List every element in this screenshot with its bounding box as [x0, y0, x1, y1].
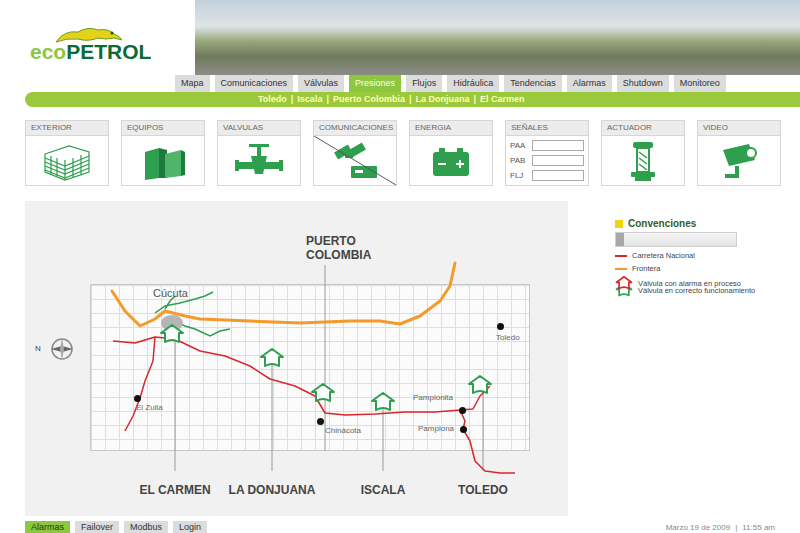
sub-nav-link[interactable]: La Donjuana	[415, 94, 469, 104]
map-lines	[25, 201, 568, 516]
signal-row: PAB	[510, 155, 584, 166]
station-label[interactable]: PUERTO COLOMBIA	[306, 234, 386, 262]
legend-slider[interactable]	[615, 232, 737, 247]
card-title: VALVULAS	[218, 121, 300, 136]
nav-tab[interactable]: Mapa	[175, 75, 210, 92]
actuator-icon	[617, 140, 669, 182]
sub-nav-link[interactable]: Iscala	[297, 94, 322, 104]
city-label: El Zulia	[136, 403, 163, 412]
camera-icon	[713, 140, 765, 182]
legend-item: Válvula con alarma en proceso	[615, 275, 741, 291]
station-label[interactable]: TOLEDO	[458, 483, 508, 497]
category-card[interactable]: EXTERIOR	[25, 120, 109, 186]
nav-tab[interactable]: Alarmas	[567, 75, 612, 92]
station-label[interactable]: ISCALA	[361, 483, 406, 497]
signal-row: FLJ	[510, 170, 584, 181]
sub-nav-separator: |	[409, 94, 412, 104]
category-card[interactable]: VIDEO	[697, 120, 781, 186]
nav-tabs: Mapa ComunicacionesVálvulas Presiones Flujo…	[0, 75, 800, 92]
map: N PUERTO COLOMBIA Cúcuta El Zulia Chinácota P…	[25, 201, 568, 516]
nav-tab[interactable]: Flujos	[406, 75, 442, 92]
city-dot	[459, 407, 466, 414]
sub-nav: Toledo|Iscala|Puerto Colombia|La Donjuan…	[25, 92, 800, 107]
valve-icon[interactable]	[370, 391, 396, 413]
fence-icon	[41, 140, 93, 182]
card-title: VIDEO	[698, 121, 780, 136]
category-card[interactable]: VALVULAS	[217, 120, 301, 186]
category-card[interactable]: EQUIPOS	[121, 120, 205, 186]
city-dot	[460, 426, 467, 433]
card-title: EQUIPOS	[122, 121, 204, 136]
category-card[interactable]: ENERGIA	[409, 120, 493, 186]
legend-item: Carretera Nacional	[615, 251, 750, 260]
nav-tab[interactable]: Presiones	[349, 75, 401, 92]
city-dot	[497, 323, 504, 330]
signal-input[interactable]	[532, 170, 584, 181]
footer-button[interactable]: Failover	[75, 521, 119, 533]
card-title: EXTERIOR	[26, 121, 108, 136]
header: ecoPETROL	[0, 0, 800, 75]
category-card[interactable]: ACTUADOR	[601, 120, 685, 186]
nav-tab[interactable]: Hidráulica	[447, 75, 499, 92]
nav-tab[interactable]: Shutdown	[617, 75, 669, 92]
city-dot	[134, 395, 141, 402]
station-label[interactable]: LA DONJUANA	[229, 483, 316, 497]
valve-icon	[615, 275, 633, 291]
disabled-mark	[314, 136, 396, 185]
nav-tab[interactable]: Tendencias	[504, 75, 562, 92]
card-title: ACTUADOR	[602, 121, 684, 136]
valve-icon[interactable]	[467, 374, 493, 396]
sub-nav-separator: |	[326, 94, 329, 104]
city-label: Cúcuta	[153, 287, 188, 299]
category-card[interactable]: SEÑALES PAA PAB FLJ	[505, 120, 589, 186]
card-title: ENERGIA	[410, 121, 492, 136]
category-cards: EXTERIOR EQUIPOS VALVULAS COMUNICACIONES ENE…	[25, 120, 800, 186]
header-photo	[195, 0, 800, 75]
compass-icon	[47, 336, 77, 362]
city-label: Chinácota	[325, 426, 361, 435]
nav-tab[interactable]: Monitoreo	[674, 75, 726, 92]
sub-nav-link[interactable]: Toledo	[258, 94, 287, 104]
nav-tab[interactable]: Comunicaciones	[215, 75, 294, 92]
city-dot	[317, 418, 324, 425]
compass-label: N	[35, 344, 41, 353]
card-title: SEÑALES	[506, 121, 588, 136]
legend-item: Frontera	[615, 264, 750, 273]
valve-icon	[233, 140, 285, 182]
battery-icon	[425, 140, 477, 182]
city-label: Toledo	[496, 333, 520, 342]
valve-icon[interactable]	[310, 382, 336, 404]
legend: Convenciones Carretera Nacional Frontera Vá…	[615, 201, 750, 516]
signal-input[interactable]	[532, 140, 584, 151]
valve-icon[interactable]	[259, 347, 285, 369]
footer-button[interactable]: Login	[173, 521, 207, 533]
valve-icon[interactable]	[159, 323, 185, 345]
signal-input[interactable]	[532, 155, 584, 166]
legend-title: Convenciones	[615, 218, 750, 229]
signal-row: PAA	[510, 140, 584, 151]
city-label: Pamplonita	[413, 393, 453, 402]
line-swatch	[615, 268, 627, 270]
footer-button[interactable]: Alarmas	[25, 521, 70, 533]
category-card[interactable]: COMUNICACIONES	[313, 120, 397, 186]
sub-nav-link[interactable]: El Carmen	[480, 94, 525, 104]
page: ecoPETROLMapa ComunicacionesVálvulas Presi…	[0, 0, 800, 533]
card-title: COMUNICACIONES	[314, 121, 396, 136]
sub-nav-separator: |	[291, 94, 294, 104]
line-swatch	[615, 255, 627, 257]
nav-tab[interactable]: Válvulas	[298, 75, 344, 92]
footer: Alarmas Failover Modbus Login Marzo 19 de 20…	[0, 520, 800, 533]
station-label[interactable]: EL CARMEN	[139, 483, 210, 497]
footer-button[interactable]: Modbus	[124, 521, 168, 533]
date-time: Marzo 19 de 2009|11:55 am	[666, 523, 775, 532]
city-label: Pamplona	[418, 424, 454, 433]
sub-nav-link[interactable]: Puerto Colombia	[333, 94, 405, 104]
logo[interactable]: ecoPETROL	[0, 0, 195, 75]
sub-nav-separator: |	[473, 94, 476, 104]
cabinets-icon	[137, 140, 189, 182]
